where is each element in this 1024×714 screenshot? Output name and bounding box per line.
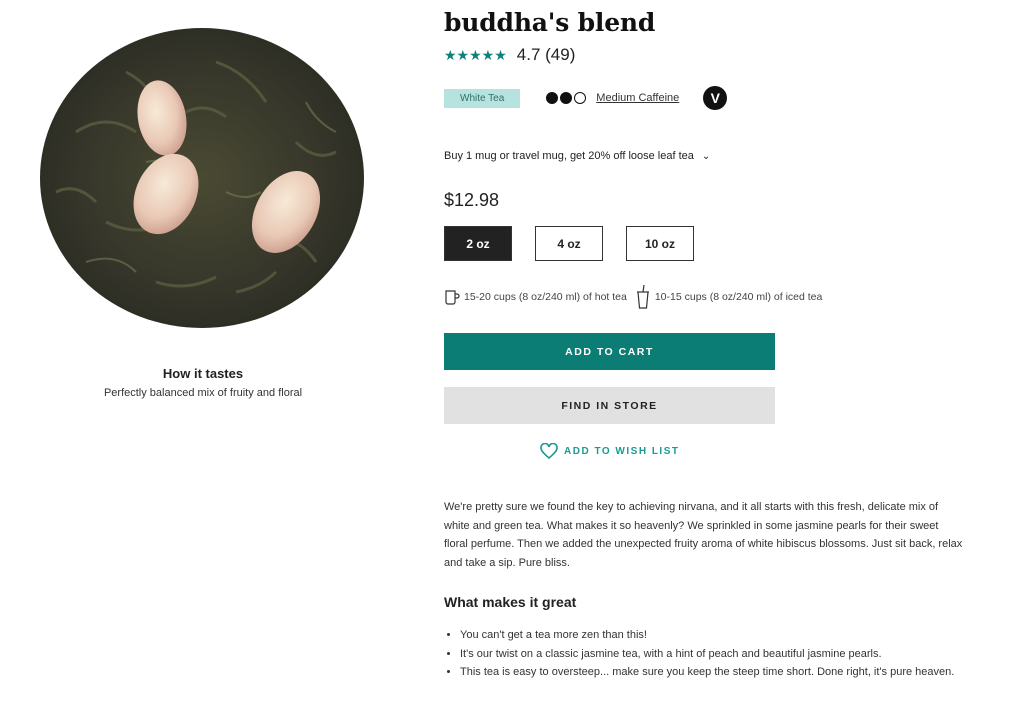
add-to-wishlist-link[interactable]: ADD TO WISH LIST — [540, 443, 679, 459]
taste-section: How it tastes Perfectly balanced mix of … — [40, 366, 366, 399]
iced-cup-icon — [636, 284, 649, 309]
wishlist-label: ADD TO WISH LIST — [564, 445, 680, 457]
caffeine-dot-icon — [560, 92, 573, 104]
caffeine-level — [546, 92, 588, 104]
hot-mug-icon — [445, 290, 460, 305]
caffeine-dot-icon — [546, 92, 559, 104]
product-title: buddha's blend — [444, 8, 656, 37]
product-image — [36, 22, 368, 334]
tea-type-badge[interactable]: White Tea — [444, 88, 521, 108]
serving-iced-text: 10-15 cups (8 oz/240 ml) of iced tea — [654, 291, 823, 303]
promo-text: Buy 1 mug or travel mug, get 20% off loo… — [444, 150, 694, 162]
serving-hot-text: 15-20 cups (8 oz/240 ml) of hot tea — [464, 291, 627, 303]
size-option-10oz[interactable]: 10 oz — [626, 226, 694, 261]
list-item: You can't get a tea more zen than this! — [460, 626, 980, 645]
size-option-4oz[interactable]: 4 oz — [535, 226, 603, 261]
caffeine-link[interactable]: Medium Caffeine — [596, 92, 679, 104]
size-selector: 2 oz 4 oz 10 oz — [444, 226, 717, 261]
product-description: We're pretty sure we found the key to ac… — [444, 501, 963, 569]
rating-value[interactable]: 4.7 (49) — [517, 45, 576, 65]
taste-title: How it tastes — [162, 366, 244, 381]
size-option-2oz[interactable]: 2 oz — [444, 226, 512, 261]
promo-dropdown[interactable]: Buy 1 mug or travel mug, get 20% off loo… — [444, 150, 710, 162]
feature-list: You can't get a tea more zen than this! … — [444, 626, 980, 682]
heart-icon — [540, 443, 558, 459]
section-heading: What makes it great — [444, 594, 577, 610]
serving-info: 15-20 cups (8 oz/240 ml) of hot tea 10-1… — [444, 284, 822, 310]
add-to-cart-button[interactable]: ADD TO CART — [444, 333, 775, 370]
caffeine-dot-icon — [574, 92, 587, 104]
find-in-store-button[interactable]: FIND IN STORE — [444, 387, 775, 424]
taste-description: Perfectly balanced mix of fruity and flo… — [103, 387, 303, 399]
list-item: This tea is easy to oversteep... make su… — [460, 663, 980, 682]
vegan-icon: V — [703, 86, 728, 110]
chevron-down-icon: ⌄ — [701, 150, 711, 162]
list-item: It's our twist on a classic jasmine tea,… — [460, 645, 980, 664]
product-meta: White Tea Medium Caffeine V — [444, 86, 728, 110]
star-icon: ★★★★★ — [444, 46, 507, 63]
rating[interactable]: ★★★★★ 4.7 (49) — [444, 45, 575, 65]
price: $12.98 — [444, 190, 500, 210]
